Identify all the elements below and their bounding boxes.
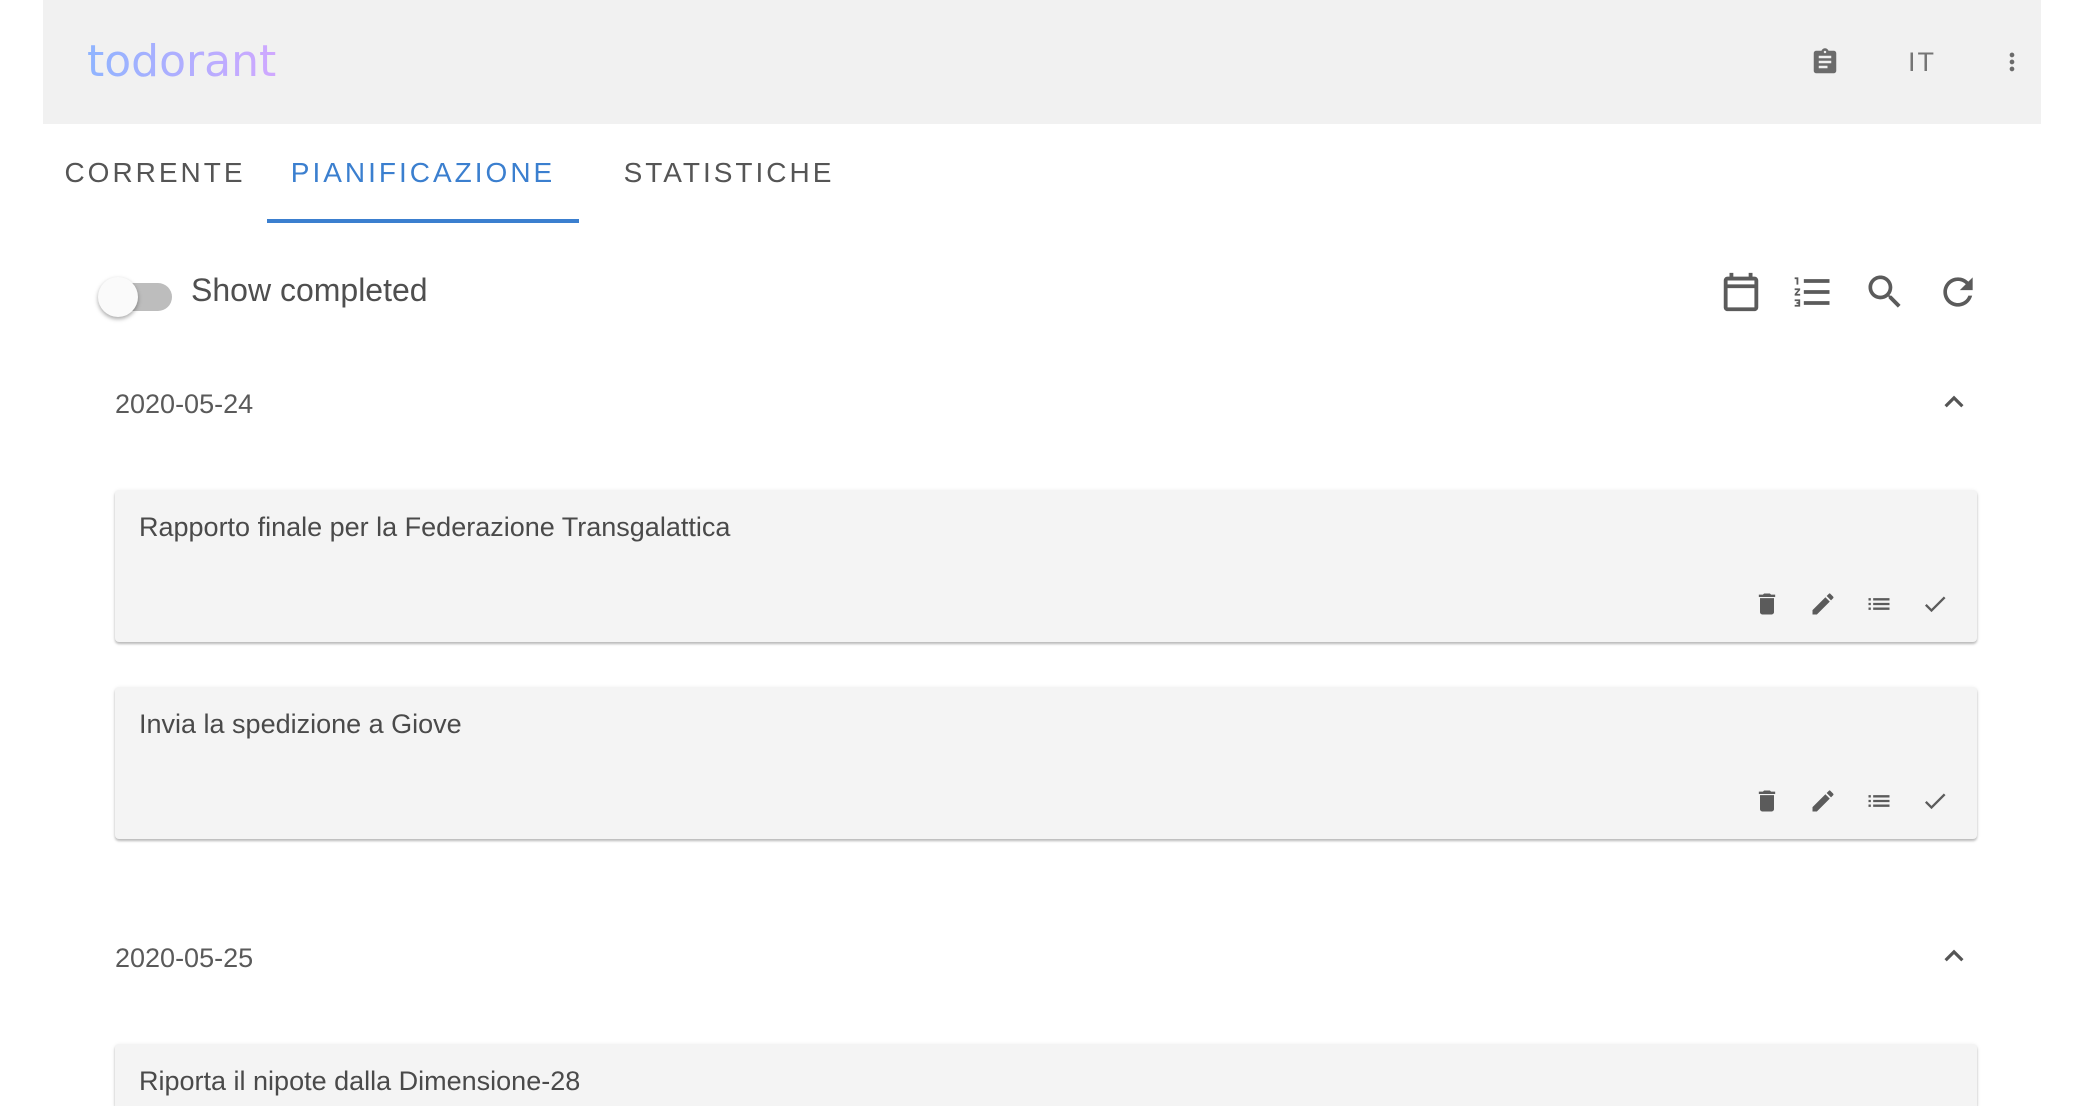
search-icon bbox=[1863, 270, 1907, 314]
more-vert-icon bbox=[1998, 48, 2026, 76]
show-completed-switch[interactable] bbox=[98, 275, 176, 317]
more-menu-button[interactable] bbox=[1984, 34, 2040, 90]
todo-actions bbox=[1743, 582, 1959, 630]
active-tab-indicator bbox=[267, 219, 579, 223]
edit-button[interactable] bbox=[1799, 779, 1847, 827]
chevron-up-icon bbox=[1935, 383, 1973, 426]
pencil-icon bbox=[1809, 787, 1837, 820]
clipboard-icon bbox=[1810, 47, 1840, 77]
delete-button[interactable] bbox=[1743, 779, 1791, 827]
collapse-group-button[interactable] bbox=[1926, 930, 1982, 986]
trash-icon bbox=[1753, 787, 1781, 820]
chevron-up-icon bbox=[1935, 937, 1973, 980]
todo-text: Riporta il nipote dalla Dimensione-28 bbox=[139, 1066, 581, 1096]
tab-statistics[interactable]: Statistiche bbox=[579, 124, 879, 222]
list-icon bbox=[1865, 787, 1893, 820]
numbered-list-icon bbox=[1791, 270, 1835, 314]
language-button[interactable]: IT bbox=[1894, 34, 1950, 90]
tab-current[interactable]: Corrente bbox=[43, 124, 267, 222]
check-icon bbox=[1921, 787, 1949, 820]
search-button[interactable] bbox=[1857, 264, 1913, 320]
language-label: IT bbox=[1908, 46, 1936, 77]
numbered-list-button[interactable] bbox=[1785, 264, 1841, 320]
clipboard-button[interactable] bbox=[1797, 34, 1853, 90]
complete-button[interactable] bbox=[1911, 779, 1959, 827]
tab-planning[interactable]: Pianificazione bbox=[267, 124, 579, 222]
calendar-icon bbox=[1718, 269, 1764, 315]
switch-thumb bbox=[98, 277, 138, 317]
delete-button[interactable] bbox=[1743, 582, 1791, 630]
edit-button[interactable] bbox=[1799, 582, 1847, 630]
calendar-button[interactable] bbox=[1713, 264, 1769, 320]
list-icon bbox=[1865, 590, 1893, 623]
todo-card: Rapporto finale per la Federazione Trans… bbox=[115, 490, 1977, 642]
todo-actions bbox=[1743, 779, 1959, 827]
app-bar: todorant IT bbox=[43, 0, 2041, 124]
breakdown-button[interactable] bbox=[1855, 582, 1903, 630]
refresh-button[interactable] bbox=[1930, 264, 1986, 320]
trash-icon bbox=[1753, 590, 1781, 623]
logo-wordmark: todorant bbox=[87, 36, 276, 87]
breakdown-button[interactable] bbox=[1855, 779, 1903, 827]
complete-button[interactable] bbox=[1911, 582, 1959, 630]
show-completed-label: Show completed bbox=[191, 272, 428, 308]
todorant-logo[interactable]: todorant bbox=[85, 32, 285, 92]
collapse-group-button[interactable] bbox=[1926, 376, 1982, 432]
group-date-header: 2020-05-24 bbox=[115, 389, 254, 419]
todo-card: Invia la spedizione a Giove bbox=[115, 687, 1977, 839]
refresh-icon bbox=[1936, 270, 1980, 314]
todo-card: Riporta il nipote dalla Dimensione-28 bbox=[115, 1044, 1977, 1106]
todo-text: Rapporto finale per la Federazione Trans… bbox=[139, 512, 731, 542]
group-date-header: 2020-05-25 bbox=[115, 943, 254, 973]
svg-text:todorant: todorant bbox=[87, 36, 276, 87]
pencil-icon bbox=[1809, 590, 1837, 623]
check-icon bbox=[1921, 590, 1949, 623]
todo-text: Invia la spedizione a Giove bbox=[139, 709, 462, 739]
planning-toolbar: Show completed bbox=[0, 252, 2082, 332]
